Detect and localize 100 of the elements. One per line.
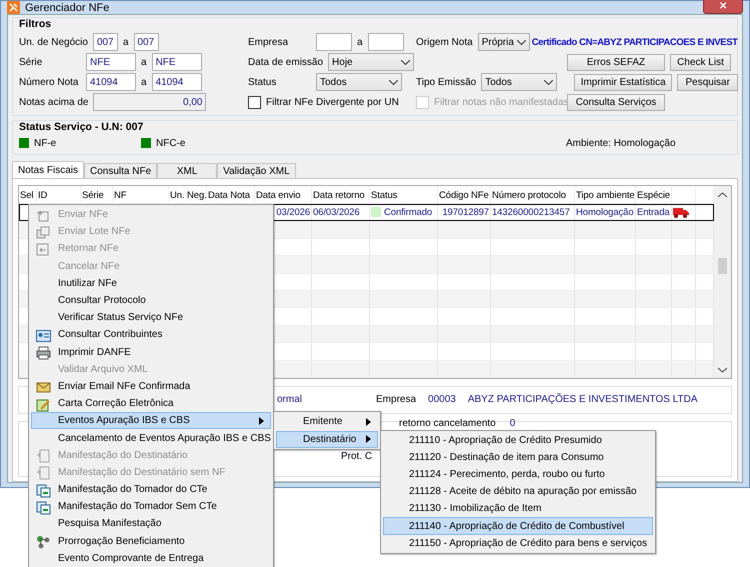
action-button[interactable]: Erros SEFAZ: [567, 54, 665, 70]
date-dropdown[interactable]: Hoje: [328, 53, 414, 71]
tab[interactable]: Validação XML: [217, 163, 296, 178]
menu-item[interactable]: Prorrogação Beneficiamento: [31, 532, 271, 550]
return-icon: [36, 243, 50, 256]
column-header[interactable]: Status: [370, 186, 438, 203]
column-header[interactable]: ID: [37, 186, 81, 203]
status-dropdown[interactable]: Todos: [316, 73, 402, 91]
field-label: Un. de Negócio: [19, 36, 88, 48]
column-header[interactable]: Sel: [19, 186, 37, 203]
company-name: ABYZ PARTICIPAÇÕES E INVESTIMENTOS LTDA: [468, 394, 698, 405]
menu-item[interactable]: 211140 - Apropriação de Crédito de Combustível: [383, 517, 653, 535]
tab[interactable]: XML: [157, 163, 218, 178]
documents-icon: [36, 226, 50, 240]
scroll-thumb[interactable]: [718, 258, 727, 274]
checkbox[interactable]: [248, 96, 261, 108]
menu-item[interactable]: Carta Correção Eletrônica: [31, 395, 271, 412]
menu-item[interactable]: Emitente: [276, 413, 378, 430]
menu-item[interactable]: Imprimir DANFE: [31, 344, 271, 361]
column-header[interactable]: Un. Neg.: [169, 186, 207, 203]
menu-item[interactable]: Manifestação do Tomador Sem CTe: [31, 498, 271, 516]
environment-text: Ambiente: Homologação: [566, 138, 676, 148]
menu-item[interactable]: Verificar Status Serviço NFe: [31, 309, 271, 326]
unit-from-field[interactable]: 007: [92, 33, 118, 51]
action-button[interactable]: Imprimir Estatística: [574, 74, 672, 90]
field-label: retorno cancelamento: [399, 418, 496, 428]
menu-item[interactable]: Cancelamento de Eventos Apuração IBS e CBS: [31, 429, 271, 447]
menu-item[interactable]: 211128 - Aceite de débito na apuração por emissão: [383, 483, 653, 500]
column-header[interactable]: Número protocolo: [491, 186, 575, 203]
table-cell: 06/03/2026: [312, 204, 370, 220]
menu-item[interactable]: Manifestação do Tomador do CTe: [31, 481, 271, 498]
network-icon: [36, 535, 50, 550]
close-button[interactable]: ✕: [703, 0, 743, 14]
app-icon: [7, 1, 20, 14]
origin-dropdown[interactable]: Própria: [478, 33, 530, 51]
id-card-icon: [36, 330, 50, 342]
menu-item[interactable]: 211110 - Apropriação de Crédito Presumido: [383, 432, 653, 450]
column-header[interactable]: Data retorno: [312, 186, 370, 203]
field-label: Status: [248, 76, 278, 88]
range-separator: a: [141, 76, 147, 88]
menu-item[interactable]: Destinatário: [276, 430, 378, 448]
range-separator: a: [141, 56, 147, 68]
documents-icon: [36, 500, 50, 515]
column-header[interactable]: Código NFe: [438, 186, 491, 203]
number-from-field[interactable]: 41094: [86, 73, 136, 91]
company-to-field[interactable]: [368, 33, 404, 51]
indicator-label: NF-e: [34, 138, 58, 148]
window-title: Gerenciador NFe: [25, 2, 110, 14]
mail-icon: [36, 380, 50, 394]
table-cell: Confirmado: [370, 204, 438, 220]
menu-item[interactable]: Evento Comprovante de Entrega: [31, 550, 271, 567]
tab[interactable]: Notas Fiscais: [12, 161, 84, 178]
menu-item[interactable]: Eventos Apuração IBS e CBS: [31, 412, 271, 430]
menu-item[interactable]: 211120 - Destinação de item para Consumo: [383, 449, 653, 466]
tab[interactable]: Consulta NFe: [84, 163, 158, 178]
column-header[interactable]: Série: [81, 186, 113, 203]
scroll-up-icon[interactable]: [718, 192, 727, 198]
number-to-field[interactable]: 41094: [152, 73, 202, 91]
series-to-field[interactable]: NFE: [152, 53, 202, 71]
column-header[interactable]: Data Nota: [207, 186, 255, 203]
series-from-field[interactable]: NFE: [86, 53, 136, 71]
menu-item[interactable]: Pesquisa Manifestação: [31, 515, 271, 533]
table-cell: 197012897: [438, 204, 491, 220]
checkbox-label: Filtrar notas não manifestadas: [434, 96, 569, 108]
group-title: Status Serviço - U.N: 007: [19, 121, 144, 135]
menu-item[interactable]: 211130 - Imobilização de Item: [383, 500, 653, 518]
document-icon: [36, 449, 50, 464]
group-title: Filtros: [19, 18, 52, 32]
field-label: Data de emissão: [248, 56, 324, 68]
column-header[interactable]: Tipo ambiente: [575, 186, 636, 203]
range-separator: a: [357, 36, 363, 48]
column-header[interactable]: Espécie: [636, 186, 672, 203]
indicator-label: NFC-e: [156, 138, 186, 148]
secondary-button[interactable]: Pesquisar: [677, 74, 738, 90]
menu-item[interactable]: 211150 - Apropriação de Crédito para bens e serviços: [383, 534, 653, 552]
action-button[interactable]: Consulta Serviços: [567, 94, 665, 110]
documents-icon: [36, 484, 50, 498]
scrollbar[interactable]: [714, 186, 731, 378]
printer-icon: [36, 346, 50, 360]
submenu-arrow-icon: [366, 418, 371, 426]
table-cell: 143260000213457: [491, 204, 575, 220]
emission-dropdown[interactable]: Todos: [481, 73, 558, 91]
field-label: Empresa: [248, 36, 290, 48]
certificate-text: Certificado CN=ABYZ PARTICIPACOES E INVEST: [532, 36, 738, 48]
column-header[interactable]: Data envio: [255, 186, 312, 203]
field-label: Série: [19, 56, 44, 68]
company-from-field[interactable]: [316, 33, 352, 51]
menu-item[interactable]: 211124 - Perecimento, perda, roubo ou furto: [383, 466, 653, 484]
scroll-down-icon[interactable]: [718, 367, 727, 373]
column-header[interactable]: NF: [113, 186, 169, 203]
menu-item[interactable]: Inutilizar NFe: [31, 274, 271, 292]
range-separator: a: [122, 36, 128, 48]
field-label: Prot. C: [341, 451, 372, 462]
submenu-arrow-icon: [366, 435, 371, 444]
field-label: Número Nota: [19, 76, 80, 88]
unit-to-field[interactable]: 007: [134, 33, 158, 51]
menu-item[interactable]: Enviar Email NFe Confirmada: [31, 378, 271, 396]
company-label: Empresa: [376, 394, 416, 405]
info-text: ormal: [277, 394, 302, 405]
secondary-button[interactable]: Check List: [670, 54, 731, 70]
